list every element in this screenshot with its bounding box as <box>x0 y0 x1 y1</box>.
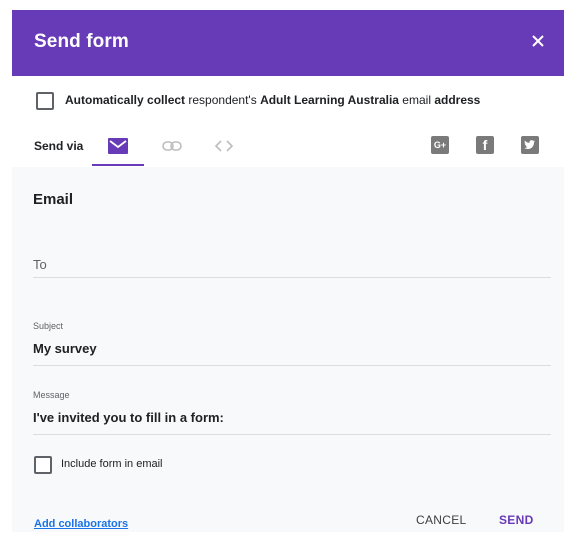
facebook-icon: f <box>482 137 488 153</box>
tab-email[interactable] <box>92 130 144 166</box>
link-icon <box>162 141 182 151</box>
send-via-label: Send via <box>34 139 84 153</box>
facebook-share-button[interactable]: f <box>476 136 494 154</box>
dialog-title: Send form <box>34 31 129 52</box>
send-button[interactable]: SEND <box>499 513 534 527</box>
collect-email-checkbox[interactable] <box>36 92 54 110</box>
twitter-icon <box>524 140 535 149</box>
include-form-checkbox[interactable] <box>34 456 52 474</box>
collect-email-label: Automatically collect respondent's Adult… <box>65 93 480 107</box>
message-field[interactable]: Message I've invited you to fill in a fo… <box>33 382 551 435</box>
email-panel: Email To Subject My survey Message I've … <box>12 167 564 532</box>
collect-email-middle: respondent's <box>185 93 261 107</box>
tab-link[interactable] <box>154 130 190 166</box>
to-placeholder: To <box>33 257 47 272</box>
mail-icon <box>108 138 128 154</box>
email-section-title: Email <box>33 191 74 208</box>
message-value: I've invited you to fill in a form: <box>33 410 224 425</box>
send-via-bar: Send via G+ f <box>12 126 564 166</box>
to-field[interactable]: To <box>33 239 551 278</box>
cancel-button[interactable]: CANCEL <box>416 513 466 527</box>
close-button[interactable] <box>524 27 552 55</box>
message-label: Message <box>33 390 70 400</box>
subject-label: Subject <box>33 321 64 331</box>
tab-embed[interactable] <box>206 130 242 166</box>
dialog-header: Send form <box>12 10 564 76</box>
close-icon <box>532 35 544 47</box>
collect-email-suffix-bold: address <box>434 93 481 107</box>
subject-value: My survey <box>33 341 97 356</box>
twitter-share-button[interactable] <box>521 136 539 154</box>
active-tab-indicator <box>92 164 144 166</box>
subject-field[interactable]: Subject My survey <box>33 313 551 366</box>
include-form-label: Include form in email <box>61 458 163 470</box>
collect-email-suffix: email <box>398 93 435 107</box>
google-plus-share-button[interactable]: G+ <box>431 136 449 154</box>
send-form-dialog: Send form Automatically collect responde… <box>12 10 564 532</box>
collect-email-org: Adult Learning Australia <box>260 93 399 107</box>
google-plus-icon: G+ <box>433 140 447 150</box>
embed-code-icon <box>214 140 234 152</box>
add-collaborators-link[interactable]: Add collaborators <box>34 518 128 530</box>
collect-email-prefix: Automatically collect <box>65 93 186 107</box>
